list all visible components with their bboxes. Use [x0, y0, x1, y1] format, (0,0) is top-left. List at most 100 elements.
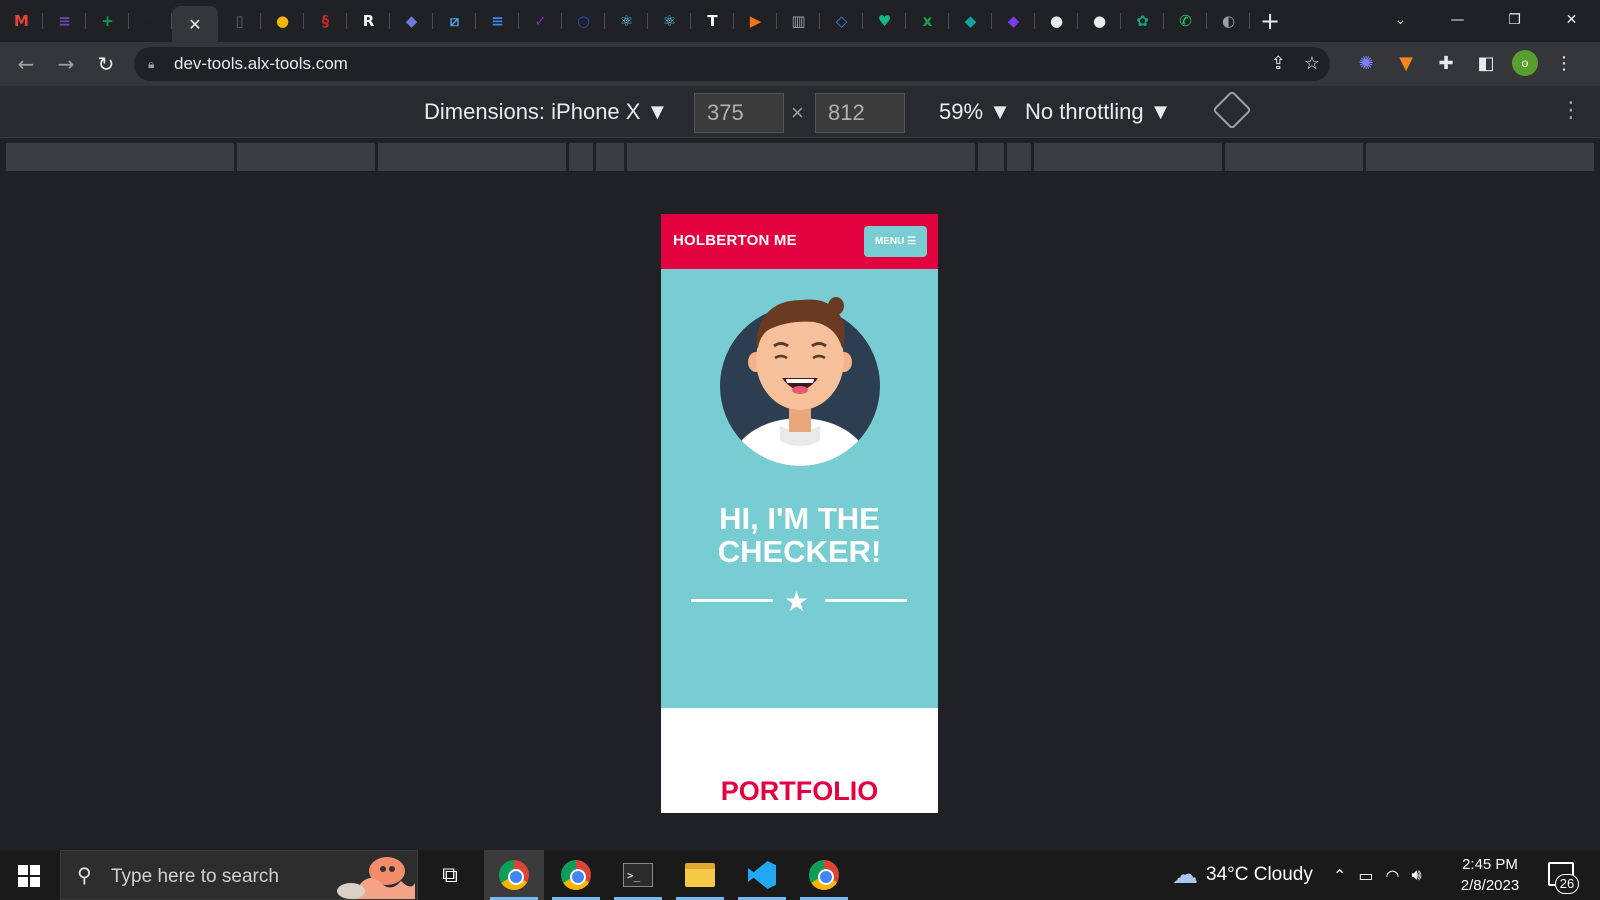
forward-button[interactable]: →	[46, 46, 86, 82]
volume-icon[interactable]: 🔊︎	[1412, 865, 1422, 885]
new-tab-button[interactable]: +	[1250, 0, 1290, 42]
taskbar-search[interactable]: ⚲ Type here to search	[60, 850, 418, 900]
browser-tab[interactable]: ≡	[476, 0, 519, 42]
browser-tab[interactable]: ▥	[777, 0, 820, 42]
extension-sparkle-icon[interactable]: ✺	[1352, 48, 1380, 78]
clock[interactable]: 2:45 PM 2/8/2023	[1450, 854, 1530, 896]
url-text[interactable]: dev-tools.alx-tools.com	[174, 54, 348, 74]
avatar-image	[720, 297, 880, 466]
throttling-select[interactable]: No throttling ▼	[1025, 99, 1172, 125]
zoom-select[interactable]: 59% ▼	[939, 99, 1011, 125]
search-icon: ⚲	[77, 863, 92, 887]
reload-button[interactable]: ↻	[86, 46, 126, 82]
browser-tab[interactable]: ⚛	[648, 0, 691, 42]
browser-tab[interactable]: §	[304, 0, 347, 42]
chrome-taskbar-icon[interactable]	[546, 850, 606, 900]
media-query-segment[interactable]	[1225, 143, 1363, 171]
divider-line	[691, 599, 773, 602]
media-query-segment[interactable]	[569, 143, 593, 171]
browser-tab[interactable]: T	[691, 0, 734, 42]
browser-tab[interactable]: ◆	[992, 0, 1035, 42]
media-query-segment[interactable]	[1034, 143, 1222, 171]
active-tab[interactable]: ✕	[172, 6, 218, 42]
browser-tab[interactable]: ◇	[820, 0, 863, 42]
browser-tab[interactable]: ◐	[1207, 0, 1250, 42]
side-panel-icon[interactable]: ◧	[1472, 48, 1500, 78]
media-query-segment[interactable]	[1366, 143, 1594, 171]
browser-tab[interactable]: ♥	[863, 0, 906, 42]
cube-icon: ◆	[1007, 12, 1020, 30]
browser-tab[interactable]: ◆	[949, 0, 992, 42]
media-query-segment[interactable]	[978, 143, 1004, 171]
close-tab-icon[interactable]: ✕	[188, 15, 201, 34]
back-button[interactable]: ←	[6, 46, 46, 82]
browser-tab[interactable]: ≡	[43, 0, 86, 42]
close-window-button[interactable]: ✕	[1543, 0, 1600, 40]
battery-icon[interactable]: ▭	[1358, 866, 1373, 885]
more-options-icon[interactable]: ⋮	[1560, 98, 1582, 123]
file-explorer-icon[interactable]	[670, 850, 730, 900]
media-query-segment[interactable]	[596, 143, 624, 171]
weather-widget[interactable]: ☁ 34°C Cloudy	[1172, 850, 1313, 900]
share-icon[interactable]: ⇪	[1271, 53, 1286, 74]
cloud-icon: ☁	[1172, 860, 1198, 890]
browser-tab[interactable]: R	[347, 0, 390, 42]
tab-search-icon[interactable]: ⌄	[1372, 0, 1429, 40]
chevron-up-icon[interactable]: ⌃	[1333, 866, 1346, 885]
browser-tab[interactable]: ✓	[519, 0, 562, 42]
site-brand[interactable]: HOLBERTON ME	[673, 232, 797, 249]
replit-icon: R	[362, 12, 375, 30]
browser-tab[interactable]: ⚛	[605, 0, 648, 42]
media-query-segment[interactable]	[378, 143, 566, 171]
vscode-taskbar-icon[interactable]	[732, 850, 792, 900]
browser-tab[interactable]: ●	[261, 0, 304, 42]
browser-tab[interactable]: M	[0, 0, 43, 42]
browser-tab[interactable]: ▯	[218, 0, 261, 42]
address-bar[interactable]: 🔒︎ dev-tools.alx-tools.com ⇪ ☆	[134, 47, 1330, 81]
taskbar: ⚲ Type here to search ⧉ >_ ☁ 34°C Cloudy…	[0, 850, 1600, 900]
stripes-icon: ⧄	[449, 12, 460, 30]
browser-tab[interactable]: ▶	[734, 0, 777, 42]
divider-line	[825, 599, 907, 602]
browser-tab[interactable]: alx	[129, 0, 172, 42]
profile-avatar[interactable]: o	[1512, 50, 1538, 76]
task-view-icon[interactable]: ⧉	[432, 850, 468, 900]
browser-tab[interactable]: ◆	[390, 0, 433, 42]
restore-button[interactable]: ❐	[1486, 0, 1543, 40]
star-divider: ★	[691, 585, 907, 618]
chrome-taskbar-icon[interactable]	[484, 850, 544, 900]
device-width-input[interactable]: 375	[694, 93, 784, 133]
media-query-segment[interactable]	[627, 143, 975, 171]
browser-tab[interactable]: ●	[1078, 0, 1121, 42]
device-height-input[interactable]: 812	[815, 93, 905, 133]
react-icon: ⚛	[619, 12, 634, 30]
media-query-segment[interactable]	[1007, 143, 1031, 171]
media-query-segment[interactable]	[237, 143, 375, 171]
menu-button[interactable]: MENU ☰	[864, 226, 927, 257]
browser-tab[interactable]: x	[906, 0, 949, 42]
browser-tab[interactable]: ✿	[1121, 0, 1164, 42]
metamask-icon[interactable]: ▼	[1392, 48, 1420, 78]
media-query-segment[interactable]	[6, 143, 234, 171]
wifi-icon[interactable]: ◠	[1386, 866, 1400, 885]
search-placeholder[interactable]: Type here to search	[111, 866, 279, 888]
device-dimensions-select[interactable]: Dimensions: iPhone X ▼	[424, 99, 668, 125]
browser-menu-icon[interactable]: ⋮	[1550, 48, 1578, 78]
minimize-button[interactable]: —	[1429, 0, 1486, 40]
browser-tab[interactable]: ✆	[1164, 0, 1207, 42]
terminal-taskbar-icon[interactable]: >_	[608, 850, 668, 900]
device-toolbar: Dimensions: iPhone X ▼ 375 × 812 59% ▼ N…	[0, 86, 1600, 138]
chrome-taskbar-icon[interactable]	[794, 850, 854, 900]
whatsapp-icon: ✆	[1179, 12, 1192, 30]
browser-tab[interactable]: ⧄	[433, 0, 476, 42]
browser-tab[interactable]: +	[86, 0, 129, 42]
bookmark-star-icon[interactable]: ☆	[1304, 53, 1320, 74]
shield-icon: ♥	[877, 12, 892, 30]
hero-title-line: HI, I'M THE	[719, 501, 880, 536]
emulated-page[interactable]: HOLBERTON ME MENU ☰ HI, I'M THE CHECKER!…	[661, 214, 938, 813]
browser-tab[interactable]: ○	[562, 0, 605, 42]
rotate-icon[interactable]	[1212, 90, 1252, 130]
windows-start-icon[interactable]	[18, 865, 40, 887]
extensions-puzzle-icon[interactable]: ✚	[1432, 48, 1460, 78]
browser-tab[interactable]: ●	[1035, 0, 1078, 42]
